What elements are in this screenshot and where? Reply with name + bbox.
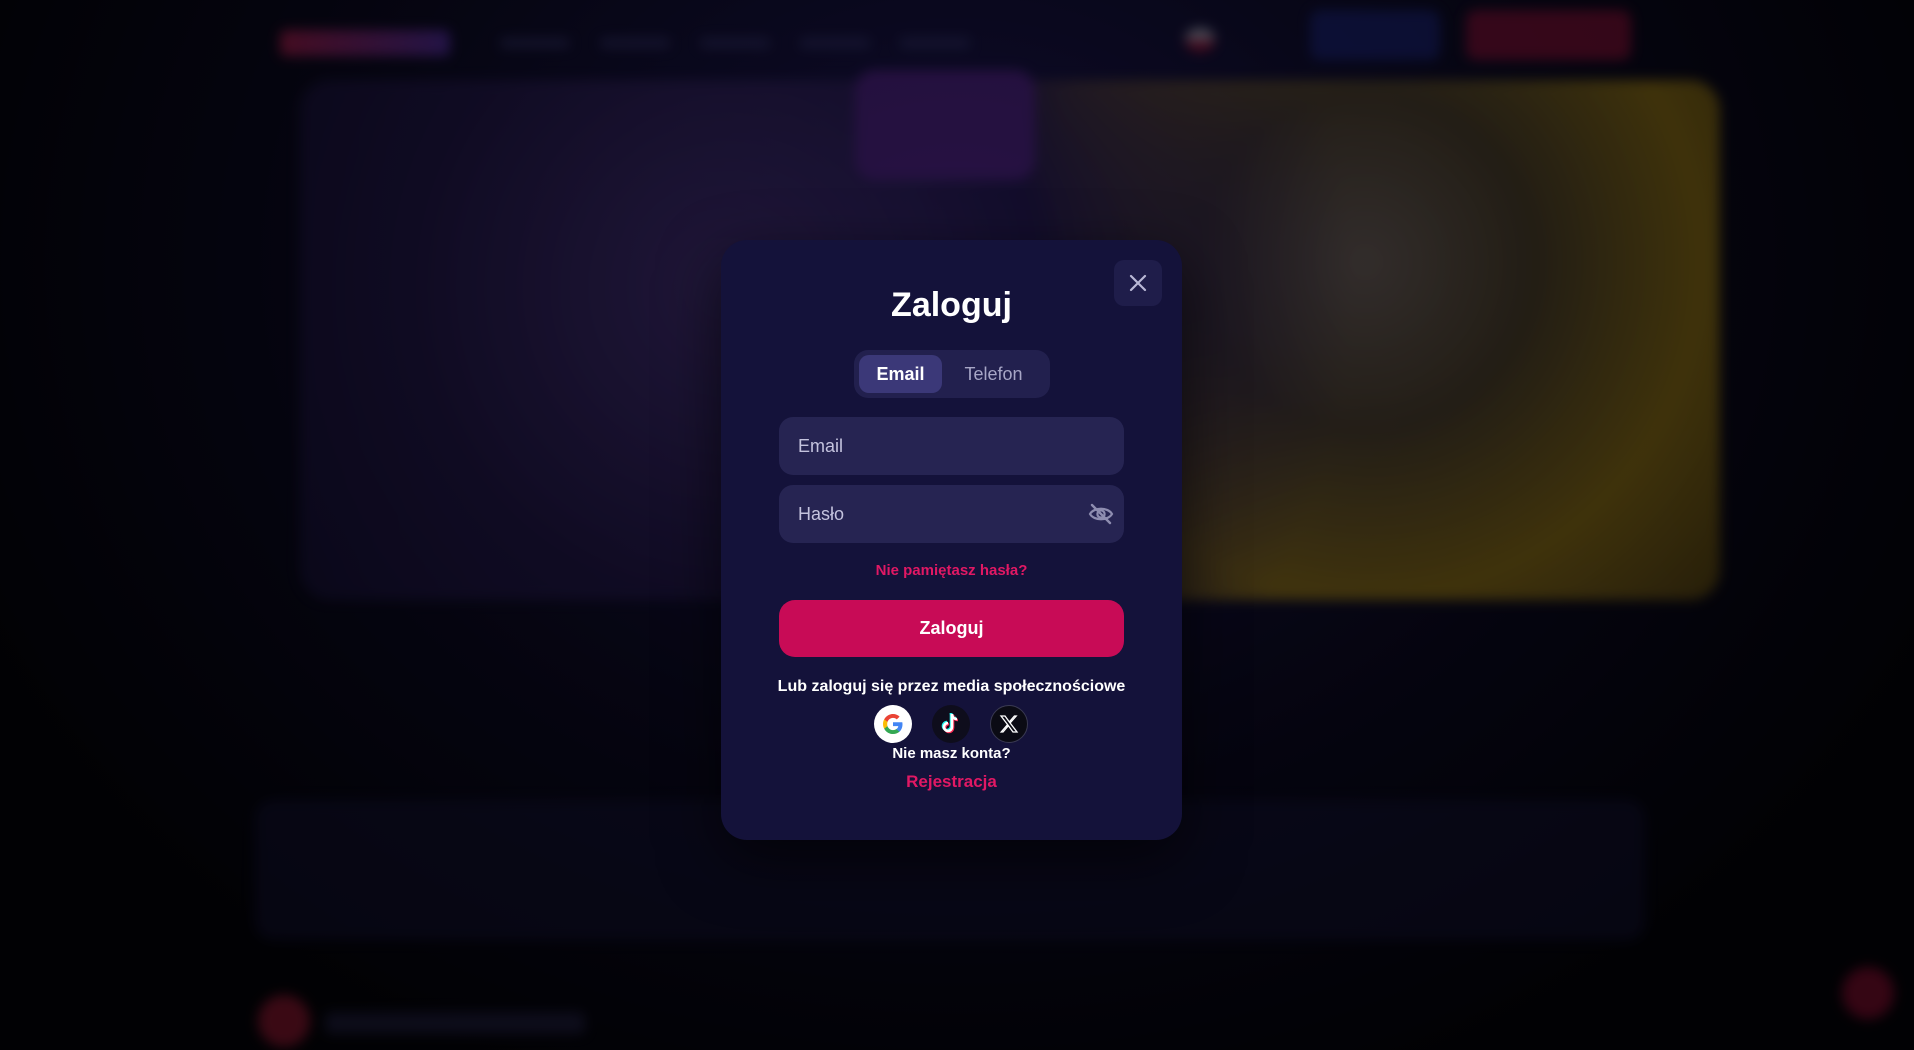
email-field-wrapper [779, 417, 1124, 475]
eye-off-icon [1088, 503, 1114, 525]
modal-title: Zaloguj [891, 286, 1012, 324]
tab-email[interactable]: Email [859, 355, 942, 393]
x-login-button[interactable] [990, 705, 1028, 743]
tiktok-login-button[interactable] [932, 705, 970, 743]
email-input[interactable] [798, 435, 1068, 457]
social-login-buttons [874, 705, 1048, 743]
tiktok-icon [941, 712, 959, 734]
social-login-prompt: Lub zaloguj się przez media społeczności… [777, 678, 1126, 695]
toggle-password-visibility-button[interactable] [1088, 502, 1114, 526]
google-icon [883, 714, 903, 734]
x-icon [999, 715, 1019, 733]
login-submit-button[interactable]: Zaloguj [779, 600, 1124, 657]
tab-phone[interactable]: Telefon [942, 355, 1045, 393]
no-account-text: Nie masz konta? [892, 745, 1011, 762]
page: Zaloguj Email Telefon Nie pamiętasz hasł… [0, 0, 1914, 1050]
login-method-tabs: Email Telefon [854, 350, 1050, 398]
forgot-password-link[interactable]: Nie pamiętasz hasła? [721, 562, 1182, 579]
login-modal: Zaloguj Email Telefon Nie pamiętasz hasł… [721, 240, 1182, 840]
password-input[interactable] [798, 503, 1068, 525]
password-field-wrapper [779, 485, 1124, 543]
register-link[interactable]: Rejestracja [721, 772, 1182, 792]
google-login-button[interactable] [874, 705, 912, 743]
